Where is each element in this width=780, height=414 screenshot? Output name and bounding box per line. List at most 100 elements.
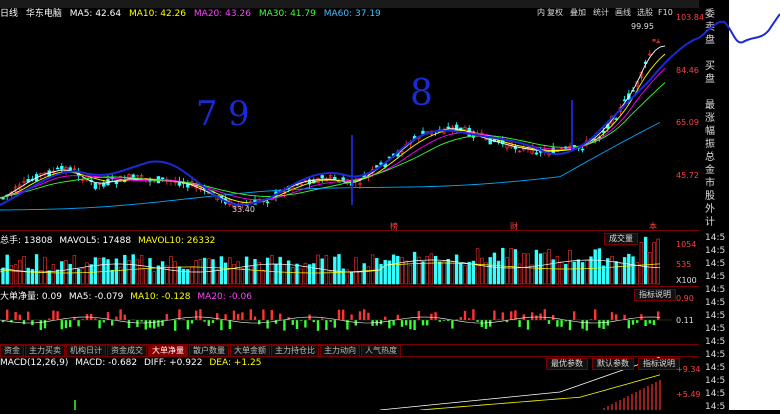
indicator-tab[interactable]: 资金	[0, 345, 24, 357]
volume-bar	[476, 249, 479, 284]
volume-bar	[2, 268, 5, 284]
volume-bar	[65, 260, 68, 284]
volume-bar	[585, 260, 588, 284]
netflow-axis-label: 0.90	[676, 294, 694, 303]
volume-bar	[577, 260, 580, 284]
mavol5-value: MAVOL5: 17488	[59, 236, 131, 246]
tick-time-label: 14:5	[705, 245, 725, 258]
netflow-bar	[115, 317, 117, 320]
netflow-bar	[611, 312, 613, 320]
volume-bar	[338, 254, 341, 284]
candle-body	[321, 175, 324, 177]
macd-optimal-button[interactable]: 最优参数	[546, 358, 588, 370]
netflow-bar	[573, 311, 575, 320]
candle-body	[266, 202, 269, 203]
netflow-bar	[195, 311, 197, 320]
hand-drawn-number: 9	[228, 94, 250, 134]
volume-indicator-button[interactable]: 成交量	[604, 233, 638, 245]
indicator-tab[interactable]: 主力动向	[320, 345, 360, 357]
quote-panel-label: 外	[705, 203, 715, 216]
netflow-bar	[481, 320, 483, 327]
candle-body	[132, 175, 135, 177]
candle-body	[56, 168, 59, 169]
volume-bar	[594, 250, 597, 284]
volume-total: 总手: 13808	[0, 236, 53, 246]
volume-bar	[270, 255, 273, 284]
volume-bar	[564, 264, 567, 284]
netflow-bar	[128, 320, 130, 328]
macd-diff: DIFF: +0.922	[144, 358, 202, 368]
indicator-tab[interactable]: 散户数量	[189, 345, 229, 357]
indicator-tab[interactable]: 大单净量	[148, 345, 188, 357]
volume-bar	[611, 256, 614, 284]
netflow-bar	[392, 320, 394, 325]
netflow-bar	[77, 320, 79, 326]
indicator-tab[interactable]: 人气热度	[361, 345, 401, 357]
netflow-bar	[61, 320, 63, 329]
netflow-bar	[598, 320, 600, 328]
indicator-tabs: 资金主力买卖机构日计资金成交大单净量散户数量大单金额主力持仓比主力动向人气热度	[0, 345, 672, 356]
macd-default-button[interactable]: 默认参数	[592, 358, 634, 370]
netflow-bar	[229, 320, 231, 329]
volume-bar	[615, 262, 618, 284]
volume-bar	[317, 255, 320, 284]
volume-bar	[384, 260, 387, 284]
netflow-ma5: MA5: -0.079	[69, 292, 124, 302]
netflow-bar	[367, 313, 369, 320]
netflow-help-button[interactable]: 指标说明	[634, 289, 676, 301]
volume-bar	[522, 253, 525, 284]
netflow-bar	[569, 320, 571, 330]
netflow-bar	[426, 320, 428, 325]
indicator-tab[interactable]: 主力持仓比	[271, 345, 319, 357]
netflow-bar	[103, 320, 105, 322]
netflow-bar	[254, 316, 256, 320]
netflow-bar	[124, 315, 126, 320]
tick-time-label: 14:5	[705, 310, 725, 323]
volume-axis-unit: X100	[676, 276, 697, 285]
tick-time-label: 14:5	[705, 336, 725, 349]
panel-divider	[0, 230, 699, 231]
volume-bar	[653, 243, 656, 284]
netflow-bar	[119, 309, 121, 320]
netflow-bar	[439, 320, 441, 322]
netflow-bar	[397, 315, 399, 320]
volume-bar	[329, 271, 332, 284]
tick-time-label: 14:5	[705, 323, 725, 336]
netflow-bar	[157, 320, 159, 327]
volume-bar	[342, 269, 345, 284]
indicator-tab[interactable]: 机构日计	[66, 345, 106, 357]
indicator-tab[interactable]: 大单金额	[230, 345, 270, 357]
netflow-bar	[287, 317, 289, 320]
volume-bar	[216, 270, 219, 284]
netflow-bar	[19, 315, 21, 320]
volume-bar	[363, 264, 366, 284]
volume-bar	[224, 263, 227, 284]
netflow-bar	[451, 320, 453, 329]
netflow-bar	[468, 318, 470, 320]
netflow-bar	[208, 320, 210, 326]
volume-bar	[430, 254, 433, 284]
volume-bar	[468, 262, 471, 284]
netflow-bar	[464, 311, 466, 320]
netflow-bar	[359, 311, 361, 320]
candle-body	[573, 145, 576, 146]
tick-time-label: 14:5	[705, 271, 725, 284]
volume-bar	[262, 270, 265, 284]
volume-bar	[632, 257, 635, 284]
macd-help-button[interactable]: 指标说明	[638, 358, 680, 370]
hand-drawn-trend-line	[699, 14, 780, 43]
volume-bar	[590, 257, 593, 284]
netflow-bar	[329, 320, 331, 322]
hand-drawn-number: 8	[410, 73, 433, 114]
volume-bar	[35, 254, 38, 284]
netflow-bar	[212, 320, 214, 323]
indicator-tab[interactable]: 资金成交	[107, 345, 147, 357]
volume-bar	[438, 262, 441, 284]
candle-body	[60, 166, 63, 169]
indicator-tab[interactable]: 主力买卖	[25, 345, 65, 357]
ma10-line	[0, 54, 665, 203]
candle-body	[161, 178, 164, 179]
volume-bar	[27, 268, 30, 284]
tick-time-label: 14:5	[705, 349, 725, 362]
volume-bar	[396, 256, 399, 284]
